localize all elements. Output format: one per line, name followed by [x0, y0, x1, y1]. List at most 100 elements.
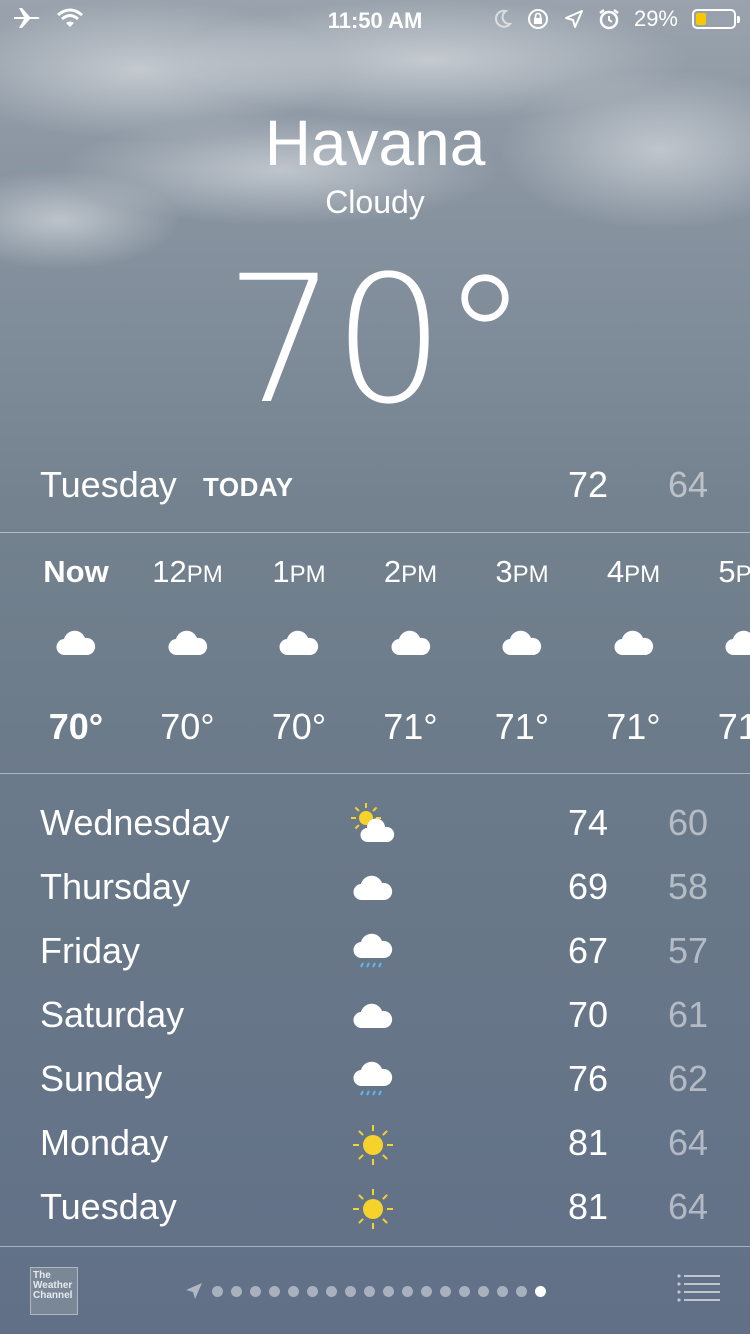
- page-dot[interactable]: [231, 1285, 242, 1297]
- hour-value: 3: [495, 554, 513, 589]
- divider: [0, 532, 750, 533]
- page-dot[interactable]: [383, 1285, 394, 1297]
- hour-label: Now: [20, 554, 132, 590]
- cloud-icon: [613, 630, 653, 656]
- hour-suffix: PM: [401, 561, 438, 588]
- page-dot[interactable]: [497, 1285, 508, 1297]
- hour-temp: 70°: [271, 706, 327, 747]
- status-right: 29%: [494, 6, 740, 32]
- cloud-icon: [279, 630, 319, 656]
- day-icon-wrap: [348, 992, 398, 1042]
- page-dot[interactable]: [516, 1285, 527, 1297]
- day-icon-wrap: [348, 864, 398, 914]
- daily-row: Tuesday 81 64: [0, 1174, 750, 1238]
- hour-suffix: PM: [624, 561, 661, 588]
- sun-icon: [353, 1125, 393, 1165]
- day-high: 81: [567, 1122, 608, 1163]
- today-summary: Tuesday TODAY 72 64: [40, 460, 708, 512]
- battery-icon: [692, 9, 740, 29]
- hour-label: 1PM: [243, 554, 355, 590]
- cloud-icon: [725, 630, 750, 656]
- page-dot[interactable]: [288, 1285, 299, 1297]
- weather-channel-logo[interactable]: The Weather Channel: [30, 1267, 78, 1315]
- day-icon-wrap: [348, 1120, 398, 1170]
- hour-value: Now: [43, 554, 109, 589]
- alarm-icon: [599, 9, 619, 30]
- page-dot[interactable]: [307, 1285, 318, 1297]
- hour-temp: 71°: [494, 706, 550, 747]
- hour-label: 2PM: [355, 554, 467, 590]
- page-dot[interactable]: [250, 1285, 261, 1297]
- hour-temp: 71°: [606, 706, 661, 747]
- hour-icon-wrap: [502, 630, 542, 660]
- logo-line: Channel: [33, 1290, 73, 1301]
- hourly-forecast[interactable]: Now70°12PM70°1PM70°2PM71°3PM71°4PM71°5PM…: [0, 534, 750, 772]
- page-dot[interactable]: [478, 1285, 489, 1297]
- city-name: Havana: [264, 107, 486, 179]
- hour-temp: 70°: [160, 706, 215, 747]
- page-dot[interactable]: [421, 1285, 432, 1297]
- day-high: 69: [567, 866, 608, 907]
- cloud-icon: [390, 630, 430, 656]
- day-icon-wrap: [348, 928, 398, 978]
- status-bar: 11:50 AM 29%: [0, 0, 750, 40]
- location-arrow-icon: [186, 1283, 202, 1299]
- page-dot[interactable]: [269, 1285, 280, 1297]
- day-icon-wrap: [348, 1184, 398, 1234]
- page-dot[interactable]: [535, 1285, 546, 1297]
- day-high: 76: [567, 1058, 608, 1099]
- hour-icon-wrap: [279, 630, 319, 660]
- hour-icon-wrap: [725, 630, 750, 660]
- page-dot[interactable]: [459, 1285, 470, 1297]
- page-dot[interactable]: [440, 1285, 451, 1297]
- page-dot[interactable]: [402, 1285, 413, 1297]
- daily-row: Monday 81 64: [0, 1110, 750, 1174]
- hour-label: 12PM: [132, 554, 244, 590]
- rain-icon: [353, 933, 393, 968]
- battery-level: [696, 13, 706, 25]
- day-name: Saturday: [40, 994, 185, 1035]
- hour-icon-wrap: [167, 630, 208, 660]
- rain-icon: [353, 1061, 393, 1096]
- page-indicator[interactable]: [184, 1281, 546, 1301]
- hour-value: 2: [383, 554, 402, 589]
- cloud-icon: [353, 875, 393, 901]
- day-high: 67: [567, 930, 608, 971]
- hour-suffix: PM: [289, 561, 326, 588]
- bottom-bar: The Weather Channel: [0, 1247, 750, 1334]
- cloud-icon: [502, 630, 542, 656]
- today-day: Tuesday: [40, 464, 177, 505]
- page-dot[interactable]: [212, 1285, 223, 1297]
- divider: [0, 773, 750, 774]
- hour-value: 5: [718, 554, 736, 589]
- day-name: Sunday: [40, 1058, 163, 1099]
- page-dot[interactable]: [326, 1285, 337, 1297]
- page-dot[interactable]: [345, 1285, 356, 1297]
- day-high: 74: [567, 802, 608, 843]
- day-icon-wrap: [348, 1056, 398, 1106]
- city-list-button[interactable]: [676, 1273, 720, 1303]
- partly-cloudy-icon: [351, 803, 395, 843]
- hour-value: 1: [272, 554, 290, 589]
- day-name: Thursday: [40, 866, 191, 907]
- day-high: 70: [567, 994, 608, 1035]
- day-low: 62: [667, 1058, 708, 1099]
- hour-value: 12: [152, 554, 187, 589]
- day-name: Monday: [40, 1122, 169, 1163]
- hour-suffix: PM: [735, 561, 750, 588]
- hour-icon-wrap: [390, 630, 431, 660]
- day-low: 60: [667, 802, 708, 843]
- hour-temp: 71°: [383, 706, 438, 747]
- hour-icon-wrap: [56, 630, 96, 660]
- page-dot[interactable]: [364, 1285, 375, 1297]
- day-low: 64: [667, 1186, 708, 1227]
- cloud-icon: [167, 630, 207, 656]
- sun-icon: [353, 1189, 393, 1229]
- moon-icon: [494, 9, 512, 28]
- location-arrow-icon: [564, 10, 583, 28]
- current-condition: Cloudy: [325, 184, 425, 220]
- hour-suffix: PM: [186, 561, 223, 588]
- day-low: 58: [667, 866, 708, 907]
- hour-value: 4: [606, 554, 625, 589]
- hour-label: 3PM: [466, 554, 578, 590]
